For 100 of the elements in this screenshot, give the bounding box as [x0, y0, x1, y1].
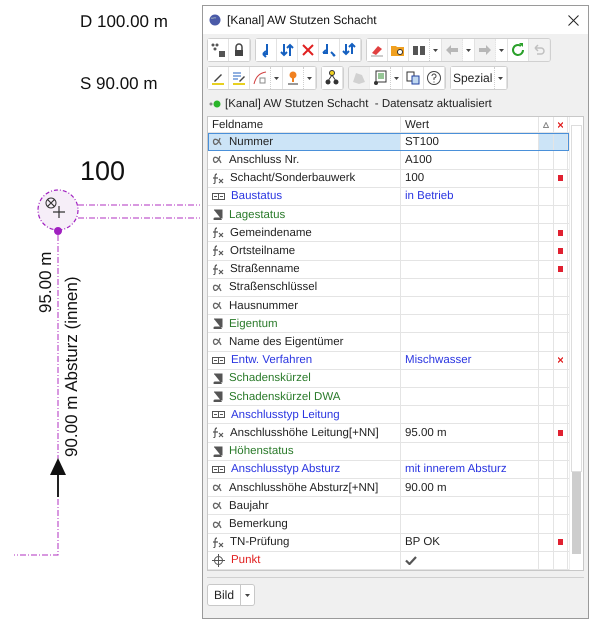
- field-name: Schadenskürzel: [229, 372, 311, 384]
- toolbar-button[interactable]: [229, 67, 250, 89]
- toolbar-button[interactable]: [424, 67, 445, 89]
- field-value: mit innerem Absturz: [405, 463, 507, 476]
- flow-arrow: [50, 458, 66, 497]
- field-value: 90.00 m: [405, 482, 447, 494]
- table-row[interactable]: Lagestatus: [208, 206, 569, 224]
- toolbar-button[interactable]: [208, 67, 229, 89]
- copy-icon: [405, 70, 421, 86]
- field-name: Schacht/Sonderbauwerk: [230, 172, 356, 184]
- scrollbar[interactable]: [569, 117, 583, 570]
- field-name: TN-Prüfung: [230, 536, 290, 548]
- column-header[interactable]: Feldname: [208, 117, 401, 132]
- caret-icon: [433, 48, 438, 52]
- map-label: 90.00 m Absturz (innen): [62, 276, 82, 457]
- table-row[interactable]: Ortsteilname: [208, 242, 569, 261]
- toolbar-button[interactable]: [229, 39, 250, 61]
- field-name: Anschlusstyp Leitung: [231, 408, 340, 421]
- field-name: Gemeindename: [230, 226, 312, 239]
- caret-icon: [245, 594, 250, 596]
- table-row[interactable]: Bemerkung: [208, 515, 569, 534]
- field-name: Nummer: [229, 136, 274, 148]
- toolbar-button[interactable]: [319, 39, 340, 61]
- table-row[interactable]: Baujahr: [208, 497, 569, 516]
- table-row[interactable]: Anschlusstyp Leitung: [208, 406, 569, 424]
- toolbar-button[interactable]: [340, 39, 361, 61]
- dropdown-button[interactable]: [496, 39, 508, 61]
- field-value: 100: [405, 172, 424, 184]
- table-row[interactable]: Schadenskürzel: [208, 370, 569, 388]
- cross-icon: [558, 122, 563, 128]
- table-row[interactable]: Hausnummer: [208, 296, 569, 316]
- triangle-icon: [543, 122, 549, 128]
- curve-icon: [252, 70, 268, 86]
- field-value: BP OK: [405, 536, 440, 548]
- dropdown-button[interactable]: [430, 39, 442, 61]
- document-icon: [372, 70, 388, 86]
- toolbar-button[interactable]: [283, 67, 304, 89]
- table-row[interactable]: Nummer ST100: [208, 133, 569, 152]
- field-name: Baustatus: [231, 190, 282, 202]
- table-row[interactable]: Eigentum: [208, 315, 569, 334]
- picture-button[interactable]: Bild: [207, 584, 242, 606]
- table-row[interactable]: Anschlusshöhe Leitung[+NN] 95.00 m: [208, 424, 569, 443]
- dropdown-button[interactable]: [241, 584, 256, 606]
- table-row[interactable]: Straßenname: [208, 260, 569, 279]
- toolbar-button[interactable]: [208, 39, 229, 61]
- menu-button[interactable]: Spezial: [451, 67, 496, 89]
- toolbar-button[interactable]: [370, 67, 391, 89]
- field-name: Anschlusshöhe Absturz[+NN]: [229, 482, 378, 494]
- manhole-symbol: [37, 189, 79, 235]
- caret-icon: [498, 76, 504, 80]
- caret-icon: [394, 76, 399, 80]
- forward-arrow-icon: [477, 42, 493, 58]
- field-name: Baujahr: [229, 500, 269, 512]
- table-row[interactable]: Name des Eigentümer: [208, 333, 569, 352]
- toolbar-button[interactable]: [256, 39, 277, 61]
- dropdown-button[interactable]: [271, 67, 283, 89]
- map-label: 95.00 m: [36, 252, 56, 313]
- field-name: Anschlusstyp Absturz: [231, 463, 340, 476]
- caret-icon: [466, 48, 471, 52]
- table-row[interactable]: Anschlusstyp Absturz mit innerem Absturz: [208, 460, 569, 479]
- window-title: [Kanal] AW Stutzen Schacht: [227, 13, 378, 27]
- table-row[interactable]: Höhenstatus: [208, 442, 569, 461]
- toolbar-button[interactable]: [277, 39, 298, 61]
- table-row[interactable]: Entw. Verfahren Mischwasser: [208, 352, 569, 370]
- help-icon: [426, 70, 442, 86]
- value-field[interactable]: ST100: [401, 133, 539, 150]
- dropdown-button[interactable]: [495, 67, 508, 89]
- table-row[interactable]: Straßenschlüssel: [208, 278, 569, 297]
- tree-icon: [324, 70, 340, 86]
- table-row[interactable]: Gemeindename: [208, 224, 569, 242]
- column-header[interactable]: Wert: [401, 117, 539, 132]
- toolbar-button[interactable]: [409, 39, 430, 61]
- close-icon: [568, 14, 578, 26]
- field-name: Höhenstatus: [229, 445, 294, 458]
- table-row[interactable]: Baustatus in Betrieb: [208, 188, 569, 206]
- field-name: Name des Eigentümer: [229, 336, 344, 348]
- field-name: Ortsteilname: [230, 244, 296, 257]
- table-row[interactable]: Anschluss Nr. A100: [208, 151, 569, 170]
- field-name: Anschlusshöhe Leitung[+NN]: [230, 426, 379, 439]
- status-text: [Kanal] AW Stutzen Schacht - Datensatz aktualisiert: [225, 98, 492, 110]
- toolbar-button[interactable]: [388, 39, 409, 61]
- map-label: S 90.00 m: [80, 74, 158, 94]
- arrows-key-icon: [342, 42, 358, 58]
- table-row[interactable]: Schadenskürzel DWA: [208, 388, 569, 406]
- dropdown-button[interactable]: [391, 67, 403, 89]
- table-row[interactable]: TN-Prüfung BP OK: [208, 534, 569, 552]
- table-row[interactable]: Schacht/Sonderbauwerk 100: [208, 170, 569, 188]
- field-name: Straßenname: [230, 263, 300, 276]
- dropdown-button[interactable]: [463, 39, 475, 61]
- dropdown-button[interactable]: [304, 67, 316, 89]
- field-name: Schadenskürzel DWA: [229, 390, 340, 403]
- pin-icon: [285, 70, 301, 86]
- field-name: Straßenschlüssel: [229, 281, 318, 294]
- table-row[interactable]: Punkt: [208, 552, 569, 570]
- field-value: Mischwasser: [405, 354, 472, 366]
- field-name: Bemerkung: [229, 518, 288, 530]
- globe-icon: [209, 14, 221, 26]
- toolbar-button[interactable]: [403, 67, 424, 89]
- map-label: D 100.00 m: [80, 12, 168, 32]
- table-row[interactable]: Anschlusshöhe Absturz[+NN] 90.00 m: [208, 479, 569, 498]
